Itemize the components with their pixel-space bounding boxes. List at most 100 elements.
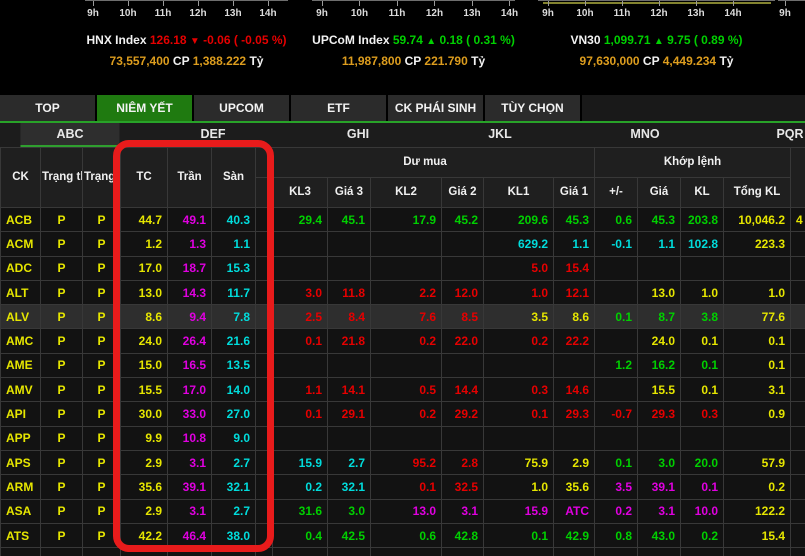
stock-code[interactable]: ALV xyxy=(1,305,41,329)
status-thq: P xyxy=(83,499,121,523)
time-axis-tick: 9h xyxy=(535,1,561,19)
price-change: 0.2 xyxy=(595,499,638,523)
alpha-tab-jkl[interactable]: JKL xyxy=(488,127,512,141)
matched-price: 15.5 xyxy=(638,378,681,402)
bid-volume-3 xyxy=(273,256,328,280)
index-charts-strip: 9h10h11h12h13h14h 9h10h11h12h13h14h 9h10… xyxy=(0,0,805,26)
total-volume: 122.2 xyxy=(724,499,791,523)
tab-top[interactable]: TOP xyxy=(0,95,95,121)
stock-code[interactable]: ADC xyxy=(1,256,41,280)
ask-overflow xyxy=(791,280,805,304)
total-volume: 3.1 xyxy=(724,378,791,402)
index-quote-line: VN30 1,099.71 ▲ 9.75 ( 0.89 %) xyxy=(538,33,775,47)
bid-price-2 xyxy=(442,256,484,280)
bid-volume-1 xyxy=(484,426,554,450)
tab-ck-phai-sinh[interactable]: CK PHÁI SINH xyxy=(388,95,483,121)
empty-cell xyxy=(121,548,168,556)
tab-niem-yet[interactable]: NIÊM YẾT xyxy=(97,95,192,121)
time-axis-tick: 12h xyxy=(646,1,672,19)
table-row-arm[interactable]: ARMPP35.639.132.10.232.10.132.51.035.63.… xyxy=(1,475,805,499)
status-thq: P xyxy=(83,523,121,547)
ask-overflow xyxy=(791,353,805,377)
table-row-ame[interactable]: AMEPP15.016.513.51.216.20.10.1 xyxy=(1,353,805,377)
stock-code[interactable]: ACB xyxy=(1,208,41,232)
index-change: 0.18 ( 0.31 %) xyxy=(439,33,514,47)
index-value: 59.74 xyxy=(393,33,423,47)
bid-volume-3 xyxy=(273,426,328,450)
table-row-amv[interactable]: AMVPP15.517.014.01.114.10.514.40.314.615… xyxy=(1,378,805,402)
total-volume: 0.2 xyxy=(724,475,791,499)
table-row-asa[interactable]: ASAPP2.93.12.731.63.013.03.115.9ATC0.23.… xyxy=(1,499,805,523)
table-row-aps[interactable]: APSPP2.93.12.715.92.795.22.875.92.90.13.… xyxy=(1,450,805,474)
ask-overflow xyxy=(791,499,805,523)
bid-volume-1 xyxy=(484,353,554,377)
status-gd: P xyxy=(41,256,83,280)
time-axis-tick: 13h xyxy=(683,1,709,19)
bid-volume-1: 629.2 xyxy=(484,232,554,256)
alpha-tab-mno[interactable]: MNO xyxy=(630,127,659,141)
table-row-app[interactable]: APPPP9.910.89.0 xyxy=(1,426,805,450)
stock-code[interactable]: AMV xyxy=(1,378,41,402)
matched-price xyxy=(638,256,681,280)
bid-price-3: 8.4 xyxy=(328,305,371,329)
table-row-amc[interactable]: AMCPP24.026.421.60.121.80.222.00.222.224… xyxy=(1,329,805,353)
empty-cell xyxy=(168,548,212,556)
alpha-tab-pqr[interactable]: PQR xyxy=(776,127,803,141)
ceiling-price: 18.7 xyxy=(168,256,212,280)
stock-code[interactable]: APS xyxy=(1,450,41,474)
stock-code[interactable]: ACM xyxy=(1,232,41,256)
bid-price-3: 32.1 xyxy=(328,475,371,499)
status-thq: P xyxy=(83,280,121,304)
alpha-tab-def[interactable]: DEF xyxy=(201,127,226,141)
stock-code[interactable]: ALT xyxy=(1,280,41,304)
bid-price-3: 21.8 xyxy=(328,329,371,353)
matched-volume: 0.1 xyxy=(681,353,724,377)
table-row-alv[interactable]: ALVPP8.69.47.82.58.47.68.53.58.60.18.73.… xyxy=(1,305,805,329)
table-row-api[interactable]: APIPP30.033.027.00.129.10.229.20.129.3-0… xyxy=(1,402,805,426)
col-header-gia2: Giá 2 xyxy=(442,178,484,208)
tab-upcom[interactable]: UPCOM xyxy=(194,95,289,121)
price-change: 1.2 xyxy=(595,353,638,377)
index-turnover: 4,449.234 xyxy=(663,54,716,68)
status-thq: P xyxy=(83,475,121,499)
stock-code[interactable]: AME xyxy=(1,353,41,377)
spacer-cell xyxy=(256,378,273,402)
bid-price-1 xyxy=(554,353,595,377)
stock-code[interactable]: ATS xyxy=(1,523,41,547)
col-header-change: +/- xyxy=(595,178,638,208)
table-row-adc[interactable]: ADCPP17.018.715.35.015.4 xyxy=(1,256,805,280)
stock-code[interactable]: APP xyxy=(1,426,41,450)
floor-price: 1.1 xyxy=(212,232,256,256)
bid-volume-1: 0.3 xyxy=(484,378,554,402)
floor-price: 21.6 xyxy=(212,329,256,353)
stock-code[interactable]: API xyxy=(1,402,41,426)
col-header-tc: TC xyxy=(121,148,168,208)
ceiling-price: 14.3 xyxy=(168,280,212,304)
table-row-ats[interactable]: ATSPP42.246.438.00.442.50.642.80.142.90.… xyxy=(1,523,805,547)
stock-code[interactable]: AMC xyxy=(1,329,41,353)
alpha-tab-abc[interactable]: ABC xyxy=(20,123,119,147)
ask-overflow xyxy=(791,329,805,353)
time-axis-tick: 10h xyxy=(572,1,598,19)
ceiling-price: 33.0 xyxy=(168,402,212,426)
ref-price: 2.9 xyxy=(121,499,168,523)
stock-code[interactable]: ASA xyxy=(1,499,41,523)
bid-volume-1: 0.2 xyxy=(484,329,554,353)
tab-tuy-chon[interactable]: TÙY CHỌN xyxy=(485,95,580,121)
bid-price-3: 11.8 xyxy=(328,280,371,304)
floor-price: 40.3 xyxy=(212,208,256,232)
tab-etf[interactable]: ETF xyxy=(291,95,386,121)
table-row-acm[interactable]: ACMPP1.21.31.1629.21.1-0.11.1102.8223.3 xyxy=(1,232,805,256)
alpha-tab-ghi[interactable]: GHI xyxy=(347,127,369,141)
price-change xyxy=(595,280,638,304)
table-row-alt[interactable]: ALTPP13.014.311.73.011.82.212.01.012.113… xyxy=(1,280,805,304)
matched-volume: 0.3 xyxy=(681,402,724,426)
bid-price-3: 42.5 xyxy=(328,523,371,547)
matched-volume: 1.0 xyxy=(681,280,724,304)
stock-code[interactable]: ARM xyxy=(1,475,41,499)
ask-overflow xyxy=(791,475,805,499)
table-row-acb[interactable]: ACBPP44.749.140.329.445.117.945.2209.645… xyxy=(1,208,805,232)
status-gd: P xyxy=(41,378,83,402)
bid-volume-1: 15.9 xyxy=(484,499,554,523)
bid-price-2: 12.0 xyxy=(442,280,484,304)
